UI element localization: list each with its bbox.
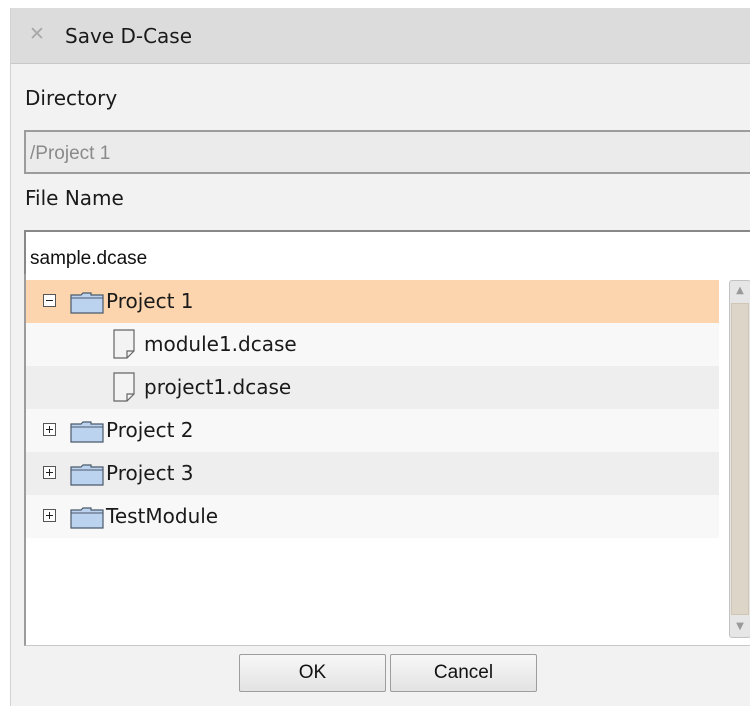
collapse-icon[interactable] (43, 294, 56, 307)
tree-item-project-3[interactable]: Project 3 (26, 452, 719, 495)
file-name-input[interactable] (24, 230, 750, 276)
project-tree: Project 1 module1.dcase project1.dcase P… (24, 274, 750, 646)
tree-scrollbar[interactable]: ▲ ▼ (729, 280, 750, 638)
tree-item-label: module1.dcase (144, 332, 297, 356)
save-dialog: ✕ Save D-Case Directory /Project 1 File … (10, 8, 750, 706)
scroll-up-arrow-icon[interactable]: ▲ (730, 281, 750, 301)
close-icon[interactable]: ✕ (28, 25, 46, 44)
tree-item-label: project1.dcase (144, 375, 292, 399)
scroll-down-arrow-icon[interactable]: ▼ (730, 617, 750, 637)
tree-item-project1-dcase[interactable]: project1.dcase (26, 366, 719, 409)
cancel-button[interactable]: Cancel (390, 654, 537, 692)
file-name-label: File Name (25, 186, 124, 210)
tree-item-module1[interactable]: module1.dcase (26, 323, 719, 366)
ok-button[interactable]: OK (239, 654, 386, 692)
dialog-title: Save D-Case (65, 24, 193, 48)
tree-item-label: Project 3 (106, 461, 194, 485)
folder-icon (70, 464, 104, 486)
scroll-thumb[interactable] (731, 303, 749, 615)
folder-icon (70, 292, 104, 314)
tree-item-testmodule[interactable]: TestModule (26, 495, 719, 538)
expand-icon[interactable] (43, 466, 56, 479)
folder-icon (70, 421, 104, 443)
tree-item-label: Project 2 (106, 418, 194, 442)
tree-item-project-1[interactable]: Project 1 (26, 280, 719, 323)
file-icon (113, 372, 135, 402)
tree-item-project-2[interactable]: Project 2 (26, 409, 719, 452)
directory-label: Directory (25, 86, 118, 110)
expand-icon[interactable] (43, 423, 56, 436)
folder-icon (70, 507, 104, 529)
expand-icon[interactable] (43, 509, 56, 522)
file-icon (113, 329, 135, 359)
directory-field: /Project 1 (24, 130, 750, 174)
tree-item-label: TestModule (106, 504, 219, 528)
title-bar: ✕ Save D-Case (11, 8, 750, 64)
tree-item-label: Project 1 (106, 289, 194, 313)
